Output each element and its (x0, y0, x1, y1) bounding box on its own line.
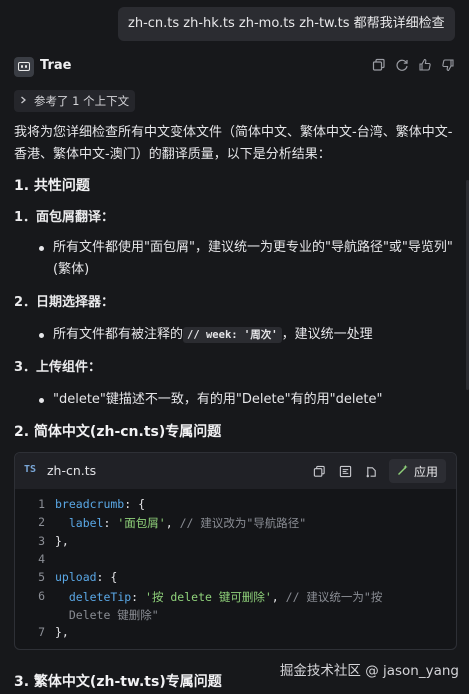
section-1-title: 1. 共性问题 (14, 178, 90, 194)
item-3-bullet: "delete"键描述不一致，有的用"Delete"有的用"delete" (14, 389, 459, 411)
context-reference-label: 参考了 1 个上下文 (34, 94, 130, 108)
item-2-bullet-pre: 所有文件都有被注释的 (53, 327, 184, 342)
apply-button[interactable]: 应用 (388, 459, 446, 483)
assistant-name: Trae (40, 58, 72, 73)
code-line: label: '面包屑', // 建议改为"导航路径" (68, 516, 307, 531)
item-1-title: 1．面包屑翻译： (14, 210, 115, 225)
context-reference-toggle[interactable]: 参考了 1 个上下文 (14, 90, 136, 112)
user-message-text: zh-cn.ts zh-hk.ts zh-mo.ts zh-tw.ts 都帮我详… (128, 16, 445, 31)
copy-icon[interactable] (372, 58, 386, 72)
code-block: TS zh-cn.ts 应用 1 breadcrumb: { 2 label: '面… (14, 452, 457, 650)
code-line-number: 5 (38, 570, 45, 585)
code-line-number: 3 (38, 533, 45, 548)
code-line: }, (55, 533, 69, 548)
refresh-icon[interactable] (395, 58, 409, 72)
chevron-right-icon (18, 94, 28, 108)
assistant-response: 我将为您详细检查所有中文变体文件（简体中文、繁体中文-台湾、繁体中文-香港、繁体… (14, 122, 459, 441)
item-2-bullet: 所有文件都有被注释的// week: '周次' ，建议统一处理 (14, 324, 459, 346)
thumbs-down-icon[interactable] (441, 58, 455, 72)
section-2-title: 2. 简体中文(zh-cn.ts)专属问题 (14, 424, 222, 440)
thumbs-up-icon[interactable] (418, 58, 432, 72)
inline-code: // week: '周次' (183, 327, 282, 343)
copy-code-icon[interactable] (311, 462, 329, 480)
code-line: breadcrumb: { (55, 497, 146, 511)
insert-code-icon[interactable] (337, 462, 355, 480)
section-3-title: 3. 繁体中文(zh-tw.ts)专属问题 (14, 674, 222, 690)
item-3-title: 3．上传组件： (14, 360, 102, 375)
apply-magic-icon (397, 464, 409, 479)
item-2-bullet-post: ，建议统一处理 (281, 327, 373, 342)
item-2-title: 2．日期选择器： (14, 295, 115, 310)
user-message-bubble: zh-cn.ts zh-hk.ts zh-mo.ts zh-tw.ts 都帮我详… (118, 7, 455, 41)
code-line-number: 7 (38, 625, 45, 640)
trae-avatar (14, 57, 34, 77)
diff-icon[interactable] (363, 462, 381, 480)
message-actions (372, 58, 455, 72)
intro-paragraph: 我将为您详细检查所有中文变体文件（简体中文、繁体中文-台湾、繁体中文-香港、繁体… (14, 125, 453, 162)
code-line-number: 4 (38, 551, 45, 566)
code-line-number: 1 (38, 497, 45, 511)
apply-label: 应用 (413, 464, 438, 479)
watermark: 掘金技术社区 @ jason_yang (279, 663, 459, 679)
code-line: deleteTip: '按 delete 键可删除', // 建议统一为"按 (68, 589, 383, 604)
typescript-icon: TS (24, 464, 37, 475)
code-line: Delete 键删除" (55, 607, 159, 622)
code-line-number: 6 (38, 588, 45, 603)
code-line: }, (55, 625, 69, 640)
code-line-number: 2 (38, 515, 45, 530)
code-filename: zh-cn.ts (47, 463, 97, 478)
code-block-toolbar: TS zh-cn.ts 应用 (15, 453, 456, 489)
assistant-header: Trae (14, 56, 455, 78)
item-1-bullet: 所有文件都使用"面包屑"，建议统一为更专业的"导航路径"或"导览列"(繁体) (14, 237, 459, 281)
code-line: upload: { (55, 570, 118, 585)
